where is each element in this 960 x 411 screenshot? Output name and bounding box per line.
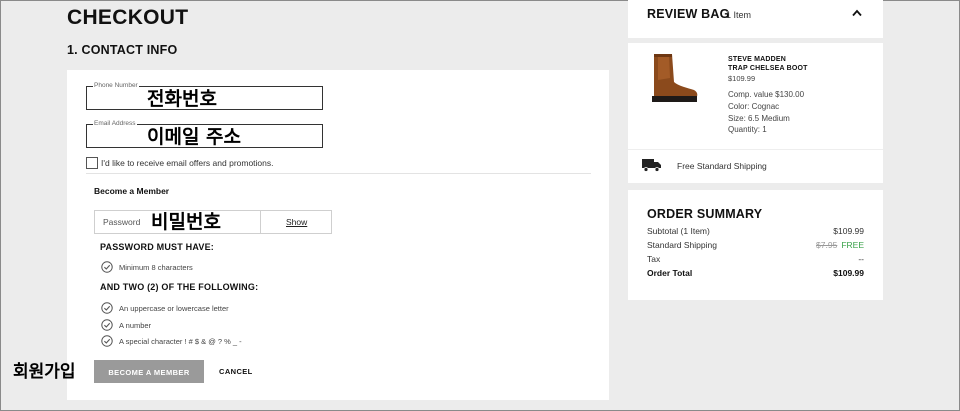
email-offers-label: I'd like to receive email offers and pro… xyxy=(101,158,274,168)
subtotal-row: Subtotal (1 Item) $109.99 xyxy=(647,226,864,238)
become-member-button[interactable]: BECOME A MEMBER xyxy=(94,360,204,383)
contact-panel: Phone Number 전화번호 Email Address 이메일 주소 I… xyxy=(67,70,609,400)
page-title: CHECKOUT xyxy=(67,6,189,29)
order-summary-card: ORDER SUMMARY Subtotal (1 Item) $109.99 … xyxy=(628,190,883,300)
shipping-row: Standard Shipping $7.95 FREE xyxy=(647,240,864,252)
email-field-label: Email Address xyxy=(93,119,137,128)
shipping-row-value: $7.95 FREE xyxy=(816,240,864,250)
password-label: Password xyxy=(103,217,141,227)
cancel-button[interactable]: CANCEL xyxy=(219,367,253,376)
password-rule-text: A special character ! # $ & @ ? % _ - xyxy=(119,337,242,346)
contact-section-title: 1. CONTACT INFO xyxy=(67,43,178,57)
order-total-label: Order Total xyxy=(647,268,693,278)
product-quantity: Quantity: 1 xyxy=(728,125,767,134)
check-circle-icon xyxy=(101,335,113,347)
email-offers-checkbox[interactable] xyxy=(86,157,98,169)
shipping-old-price: $7.95 xyxy=(816,240,838,250)
password-must-have-heading: PASSWORD MUST HAVE: xyxy=(100,242,214,252)
chevron-up-icon[interactable] xyxy=(852,9,862,17)
product-size: Size: 6.5 Medium xyxy=(728,114,790,123)
check-circle-icon xyxy=(101,261,113,273)
show-password-link[interactable]: Show xyxy=(286,217,307,227)
product-price: $109.99 xyxy=(728,74,756,83)
check-circle-icon xyxy=(101,302,113,314)
order-summary-title: ORDER SUMMARY xyxy=(647,207,763,221)
signup-annotation: 회원가입 xyxy=(13,362,76,382)
become-member-heading: Become a Member xyxy=(94,186,170,196)
product-card: STEVE MADDEN TRAP CHELSEA BOOT $109.99 C… xyxy=(628,43,883,183)
password-rule-text: Minimum 8 characters xyxy=(119,263,193,272)
phone-field-value: 전화번호 xyxy=(147,88,217,110)
product-name: TRAP CHELSEA BOOT xyxy=(728,65,808,72)
product-divider xyxy=(628,149,883,150)
email-field[interactable]: Email Address 이메일 주소 xyxy=(86,119,323,148)
shipping-free-badge: FREE xyxy=(841,240,864,250)
tax-row: Tax -- xyxy=(647,254,864,266)
password-rule-text: An uppercase or lowercase letter xyxy=(119,304,229,313)
order-total-row: Order Total $109.99 xyxy=(647,268,864,280)
shipping-row-label: Standard Shipping xyxy=(647,240,717,250)
password-two-of-heading: AND TWO (2) OF THE FOLLOWING: xyxy=(100,282,259,292)
password-separator xyxy=(260,211,261,233)
password-value: 비밀번호 xyxy=(151,211,221,233)
phone-field-label: Phone Number xyxy=(93,81,139,90)
shipping-label: Free Standard Shipping xyxy=(677,161,767,171)
review-bag-title: REVIEW BAG xyxy=(647,7,730,21)
boot-image xyxy=(652,54,698,102)
password-field[interactable]: Password 비밀번호 Show xyxy=(94,210,332,234)
email-field-value: 이메일 주소 xyxy=(147,126,242,148)
product-color: Color: Cognac xyxy=(728,102,780,111)
phone-field[interactable]: Phone Number 전화번호 xyxy=(86,81,323,110)
tax-label: Tax xyxy=(647,254,661,264)
section-divider xyxy=(86,173,591,174)
check-circle-icon xyxy=(101,319,113,331)
password-rule-text: A number xyxy=(119,321,152,330)
product-comp-value: Comp. value $130.00 xyxy=(728,90,805,99)
order-total-value: $109.99 xyxy=(833,268,864,278)
product-brand: STEVE MADDEN xyxy=(728,56,787,63)
review-bag-header[interactable]: REVIEW BAG 1 Item xyxy=(628,0,883,38)
subtotal-value: $109.99 xyxy=(833,226,864,236)
truck-icon xyxy=(642,159,661,172)
subtotal-label: Subtotal (1 Item) xyxy=(647,226,710,236)
tax-value: -- xyxy=(858,254,864,264)
review-bag-count: 1 Item xyxy=(726,10,752,20)
